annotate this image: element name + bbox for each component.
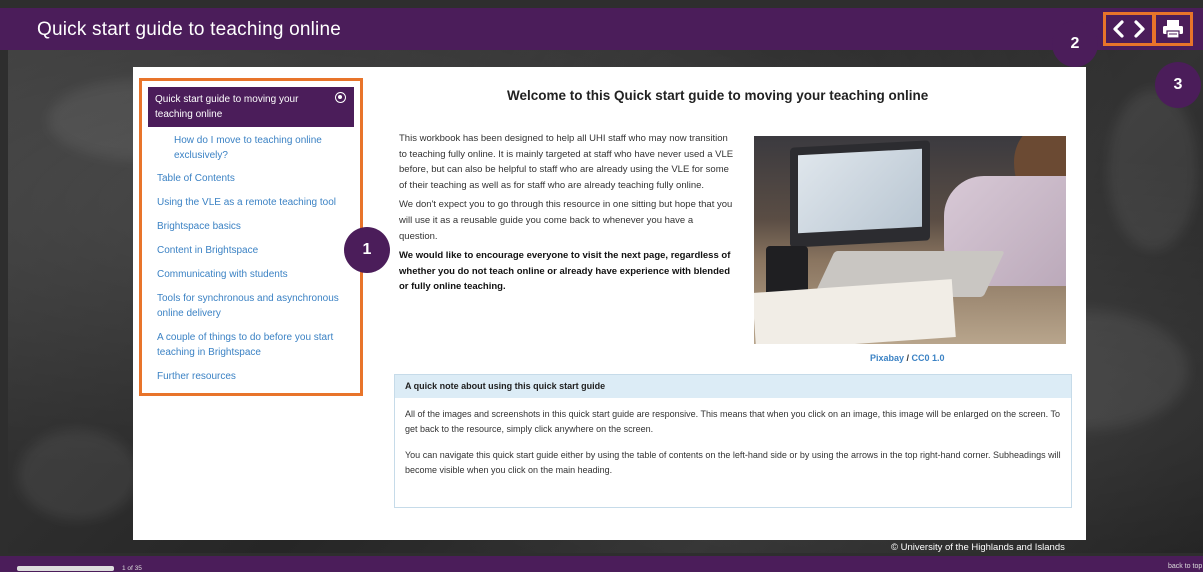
print-highlight [1153, 12, 1193, 46]
toc-item-tools-for-delivery[interactable]: Tools for synchronous and asynchronous o… [148, 291, 354, 321]
print-button[interactable] [1162, 19, 1184, 39]
progress-bar [17, 566, 114, 571]
welcome-heading: Welcome to this Quick start guide to mov… [507, 88, 929, 103]
laptop-photo[interactable] [754, 136, 1066, 344]
toc-item-table-of-contents[interactable]: Table of Contents [148, 171, 354, 186]
toc-item-active[interactable]: Quick start guide to moving your teachin… [148, 87, 354, 127]
note-body: All of the images and screenshots in thi… [395, 398, 1071, 498]
copyright-text: © University of the Highlands and Island… [891, 542, 1065, 553]
toc-item-vle-remote-teaching[interactable]: Using the VLE as a remote teaching tool [148, 195, 354, 210]
note-title: A quick note about using this quick star… [395, 375, 1071, 398]
caption-license-link[interactable]: CC0 1.0 [912, 353, 945, 363]
callout-badge-1: 1 [344, 227, 390, 273]
print-icon [1163, 20, 1183, 39]
intro-bold-paragraph: We would like to encourage everyone to v… [399, 250, 731, 293]
toc-item-brightspace-basics[interactable]: Brightspace basics [148, 219, 354, 234]
expand-icon[interactable] [335, 92, 346, 103]
note-paragraph: All of the images and screenshots in thi… [405, 409, 1061, 434]
toc-item-content-in-brightspace[interactable]: Content in Brightspace [148, 243, 354, 258]
caption-separator: / [904, 353, 912, 363]
back-to-top-link[interactable]: back to top [1168, 563, 1202, 570]
chevron-right-icon [1134, 20, 1145, 38]
toc-subitem[interactable]: How do I move to teaching online exclusi… [148, 127, 354, 163]
image-caption: Pixabay / CC0 1.0 [870, 353, 945, 363]
next-page-button[interactable] [1133, 20, 1147, 38]
intro-text: This workbook has been designed to help … [399, 131, 734, 299]
intro-paragraph: We don't expect you to go through this r… [399, 199, 733, 242]
page-title: Quick start guide to teaching online [37, 19, 341, 40]
top-header-bar: Quick start guide to teaching online [0, 8, 1203, 50]
callout-badge-2: 2 [1052, 21, 1098, 67]
toc-item-communicating-with-students[interactable]: Communicating with students [148, 267, 354, 282]
toc-item-further-resources[interactable]: Further resources [148, 369, 354, 384]
table-of-contents-sidebar: Quick start guide to moving your teachin… [139, 78, 363, 396]
previous-page-button[interactable] [1111, 20, 1125, 38]
page-count: 1 of 35 [122, 565, 142, 572]
page: Quick start guide to teaching online 2 3 [0, 0, 1203, 572]
callout-badge-3: 3 [1155, 62, 1201, 108]
quick-note-panel: A quick note about using this quick star… [394, 374, 1072, 508]
toc-active-label: Quick start guide to moving your teachin… [155, 94, 299, 120]
caption-source-link[interactable]: Pixabay [870, 353, 904, 363]
page-navigation-highlight [1103, 12, 1155, 46]
chevron-left-icon [1113, 20, 1124, 38]
footer-bar: 1 of 35 back to top [0, 556, 1203, 572]
intro-paragraph: This workbook has been designed to help … [399, 133, 734, 191]
toc-item-things-to-do[interactable]: A couple of things to do before you star… [148, 330, 354, 360]
note-paragraph: You can navigate this quick start guide … [405, 450, 1061, 475]
